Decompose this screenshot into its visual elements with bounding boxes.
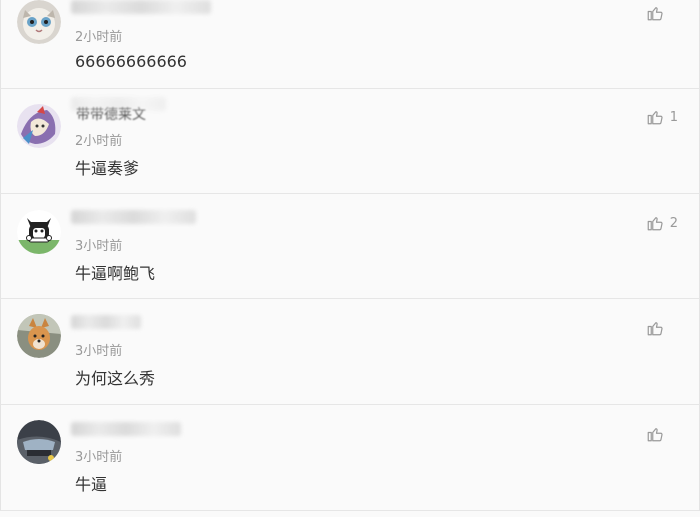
comment-item: 3小时前 牛逼	[0, 405, 700, 511]
comment-content: 66666666666	[75, 52, 187, 71]
user-avatar[interactable]	[17, 420, 61, 464]
thumbs-up-icon	[647, 111, 663, 125]
user-avatar[interactable]	[17, 104, 61, 148]
comment-content: 牛逼奏爹	[75, 159, 140, 178]
user-avatar[interactable]	[17, 314, 61, 358]
like-button[interactable]: 2	[646, 214, 678, 232]
comment-content: 牛逼啊鲍飞	[75, 264, 156, 283]
like-count: 1	[669, 109, 678, 125]
comment-time: 2小时前	[75, 30, 123, 45]
shiba-avatar-icon	[17, 314, 61, 358]
comment-item: 带带德莱文 2小时前 牛逼奏爹 1	[0, 89, 700, 194]
car-avatar-icon	[17, 420, 61, 464]
comment-content: 牛逼	[75, 475, 108, 494]
comment-time: 3小时前	[75, 344, 123, 359]
like-button[interactable]	[646, 319, 678, 337]
like-button[interactable]: 1	[646, 108, 678, 126]
like-button[interactable]	[646, 425, 678, 443]
thumbs-up-icon	[647, 7, 663, 21]
username-redacted	[71, 0, 211, 14]
comment-item: 2小时前 66666666666	[0, 0, 700, 89]
thumbs-up-icon	[647, 428, 663, 442]
thumbs-up-icon	[647, 322, 663, 336]
like-button[interactable]	[646, 4, 678, 22]
user-avatar[interactable]	[17, 210, 61, 254]
comment-item: 3小时前 为何这么秀	[0, 299, 700, 405]
username-redacted	[71, 210, 196, 224]
anime-avatar-icon	[17, 104, 61, 148]
comment-list: 2小时前 66666666666 带带德莱文 2小时前 牛逼奏爹 1 3小时前 …	[0, 0, 700, 517]
comment-time: 3小时前	[75, 450, 123, 465]
username-redacted	[71, 315, 141, 329]
comment-content: 为何这么秀	[75, 369, 156, 388]
username-redacted	[71, 422, 181, 436]
comment-time: 3小时前	[75, 239, 123, 254]
username-blur-overlay	[71, 97, 166, 111]
like-count: 2	[669, 215, 678, 231]
comment-item: 3小时前 牛逼啊鲍飞 2	[0, 194, 700, 299]
cat-avatar-icon	[17, 0, 61, 44]
dog-bone-avatar-icon	[17, 210, 61, 254]
comment-time: 2小时前	[75, 134, 123, 149]
thumbs-up-icon	[647, 217, 663, 231]
user-avatar[interactable]	[17, 0, 61, 44]
